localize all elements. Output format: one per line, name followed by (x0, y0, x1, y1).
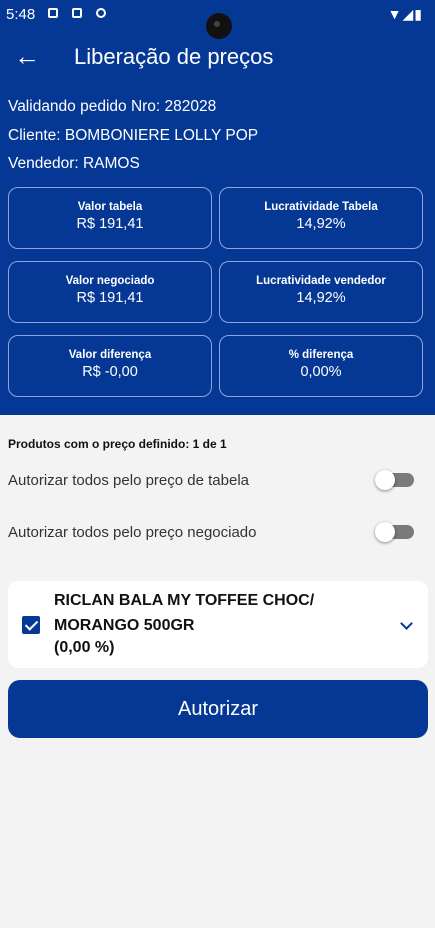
card-value: R$ -0,00 (82, 364, 138, 380)
app-icon (96, 8, 106, 18)
card-valor-negociado: Valor negociado R$ 191,41 (8, 261, 212, 323)
card-label: Lucratividade Tabela (264, 201, 378, 213)
toggle-knob (375, 522, 395, 542)
card-value: 14,92% (296, 216, 346, 232)
card-label: Valor tabela (77, 201, 143, 213)
notification-icon (48, 8, 58, 18)
order-number: Validando pedido Nro: 282028 (8, 98, 217, 115)
authorize-negotiated-price-toggle[interactable] (375, 522, 414, 542)
card-lucratividade-tabela: Lucratividade Tabela 14,92% (219, 187, 423, 249)
product-name: RICLAN BALA MY TOFFEE CHOC/ MORANGO 500G… (54, 592, 315, 634)
camera-cutout (206, 13, 232, 39)
authorize-table-price-toggle[interactable] (375, 470, 414, 490)
product-checkbox[interactable] (22, 616, 40, 634)
toggle-label: Autorizar todos pelo preço negociado (8, 524, 257, 541)
page-title: Liberação de preços (74, 44, 274, 69)
back-arrow-icon[interactable]: ← (14, 40, 40, 72)
toggle-row-negociado: Autorizar todos pelo preço negociado (8, 518, 418, 548)
card-value: R$ 191,41 (76, 216, 144, 232)
card-lucratividade-vendedor: Lucratividade vendedor 14,92% (219, 261, 423, 323)
card-value: 0,00% (300, 364, 342, 380)
status-bar: 5:48 ▼◢▮ (0, 0, 435, 39)
product-card[interactable]: RICLAN BALA MY TOFFEE CHOC/ MORANGO 500G… (8, 581, 428, 668)
card-label: Lucratividade vendedor (256, 275, 386, 287)
card-value: R$ 191,41 (76, 290, 144, 306)
client-name: Cliente: BOMBONIERE LOLLY POP (8, 127, 259, 144)
products-count-title: Produtos com o preço definido: 1 de 1 (8, 437, 227, 451)
seller-name: Vendedor: RAMOS (8, 155, 140, 172)
product-percent: (0,00 %) (54, 639, 115, 656)
calendar-icon (72, 8, 82, 18)
header: 5:48 ▼◢▮ ← Liberação de preços Validando… (0, 0, 435, 415)
card-label: Valor negociado (65, 275, 155, 287)
card-value: 14,92% (296, 290, 346, 306)
wifi-signal-battery-icon: ▼◢▮ (387, 6, 423, 22)
status-time: 5:48 (6, 6, 36, 23)
card-percent-diferenca: % diferença 0,00% (219, 335, 423, 397)
authorize-button[interactable]: Autorizar (8, 680, 428, 738)
chevron-down-icon[interactable] (400, 617, 413, 630)
card-valor-diferenca: Valor diferença R$ -0,00 (8, 335, 212, 397)
card-label: Valor diferença (68, 349, 152, 361)
card-label: % diferença (288, 349, 354, 361)
toggle-row-tabela: Autorizar todos pelo preço de tabela (8, 466, 418, 496)
card-valor-tabela: Valor tabela R$ 191,41 (8, 187, 212, 249)
toggle-knob (375, 470, 395, 490)
toggle-label: Autorizar todos pelo preço de tabela (8, 472, 249, 489)
